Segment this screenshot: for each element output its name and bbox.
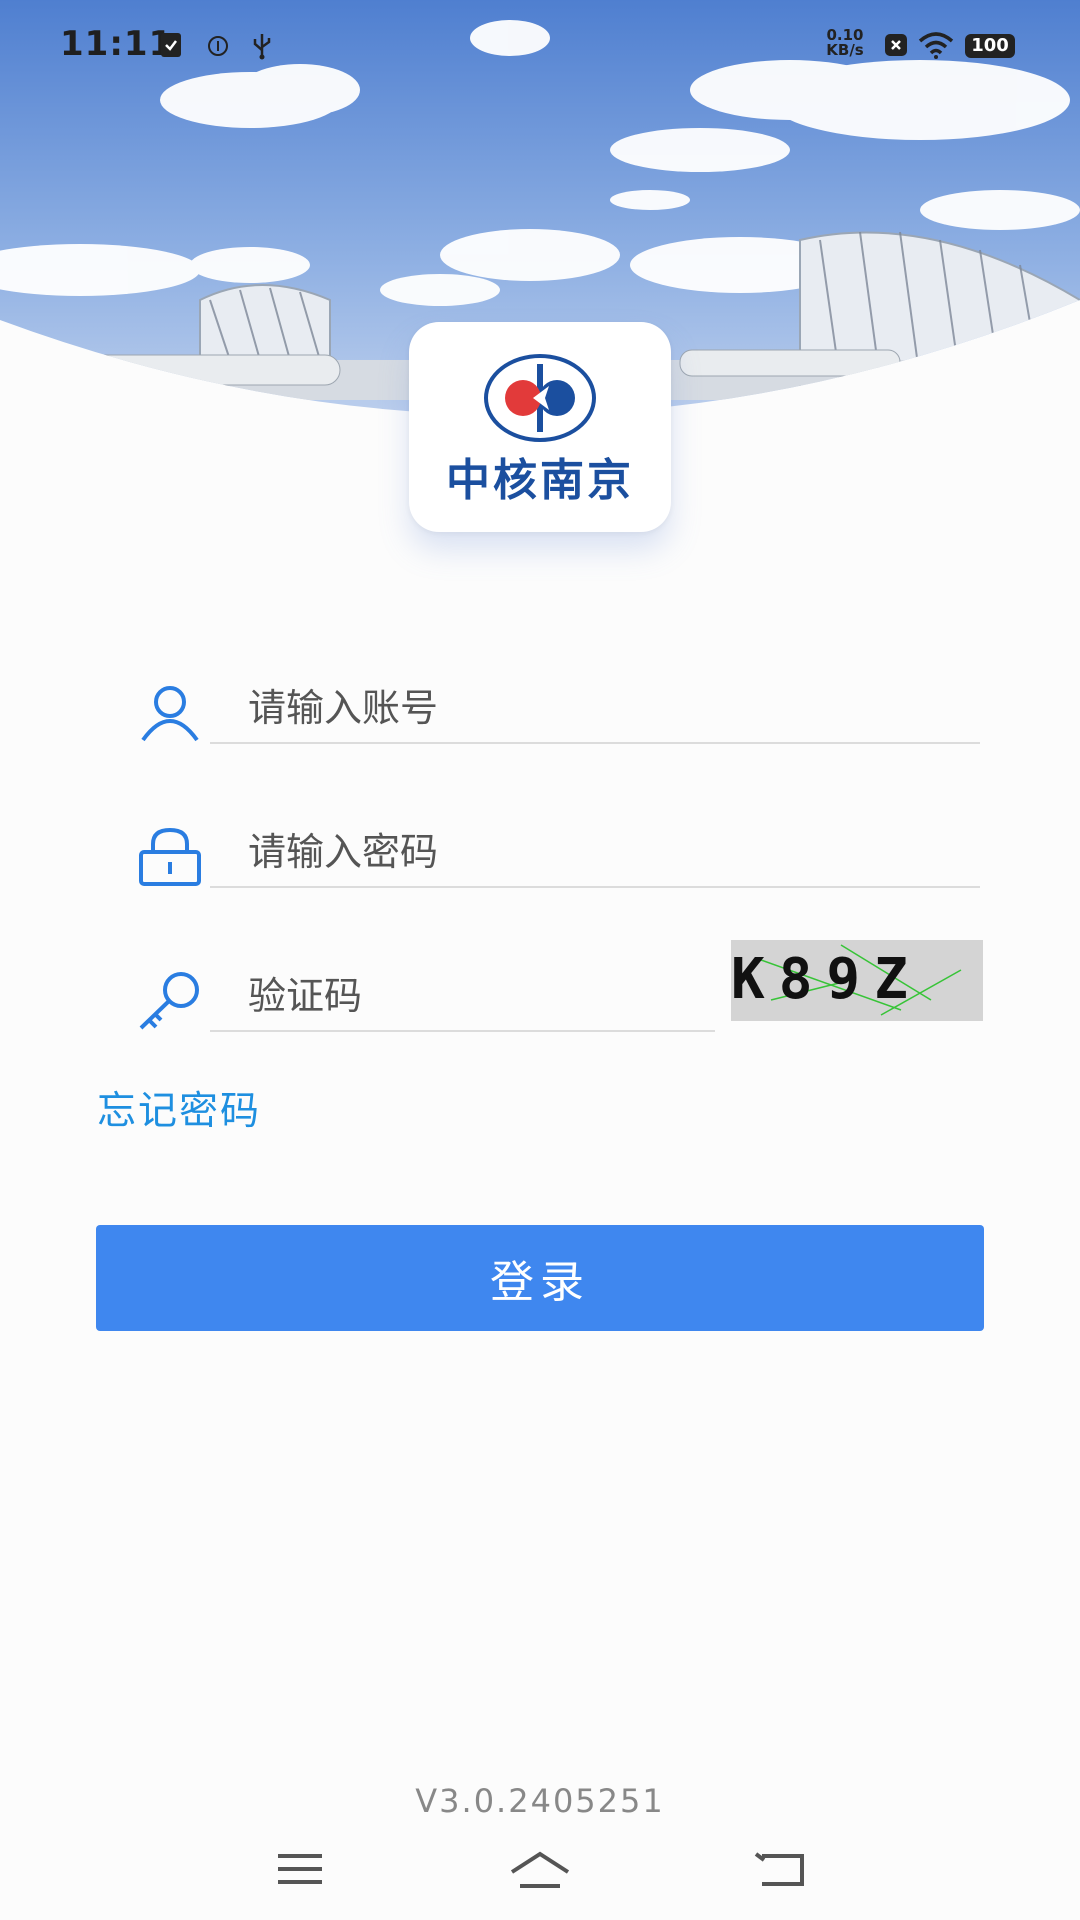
forgot-password-link[interactable]: 忘记密码 bbox=[97, 1080, 261, 1136]
status-time: 11:11 bbox=[60, 24, 174, 64]
captcha-graphic: K89Z bbox=[731, 944, 962, 1016]
status-bar: 11:11 0.10 KB/s 100 bbox=[0, 0, 1080, 90]
battery-indicator: 100 bbox=[965, 34, 1015, 58]
back-icon bbox=[754, 1852, 804, 1886]
password-input[interactable] bbox=[210, 818, 980, 888]
logo-text: 中核南京 bbox=[446, 455, 634, 506]
captcha-input[interactable] bbox=[210, 962, 715, 1032]
no-sim-icon bbox=[885, 34, 907, 56]
net-speed: 0.10 KB/s bbox=[820, 28, 870, 58]
info-icon bbox=[208, 36, 228, 56]
wifi-icon bbox=[918, 32, 954, 59]
lock-icon bbox=[139, 827, 201, 886]
password-row bbox=[0, 804, 1080, 914]
key-icon bbox=[139, 972, 199, 1030]
captcha-image[interactable]: K89Z bbox=[731, 940, 983, 1021]
login-button[interactable]: 登录 bbox=[96, 1225, 984, 1331]
logo-card: 中核南京 bbox=[409, 322, 671, 532]
user-icon bbox=[141, 686, 199, 742]
nav-menu-button[interactable] bbox=[260, 1850, 340, 1910]
nav-back-button[interactable] bbox=[740, 1850, 820, 1910]
menu-icon bbox=[278, 1854, 322, 1884]
cnnc-logo-icon bbox=[484, 354, 596, 442]
captcha-text: K89Z bbox=[731, 947, 922, 1012]
version-label: V3.0.2405251 bbox=[415, 1782, 665, 1820]
nav-home-button[interactable] bbox=[500, 1850, 580, 1910]
system-nav-bar bbox=[0, 1830, 1080, 1920]
net-speed-unit: KB/s bbox=[826, 41, 864, 59]
usb-icon bbox=[253, 34, 271, 60]
home-icon bbox=[510, 1851, 570, 1888]
account-input[interactable] bbox=[210, 674, 980, 744]
account-row bbox=[0, 660, 1080, 770]
clipboard-check-icon bbox=[161, 33, 181, 57]
